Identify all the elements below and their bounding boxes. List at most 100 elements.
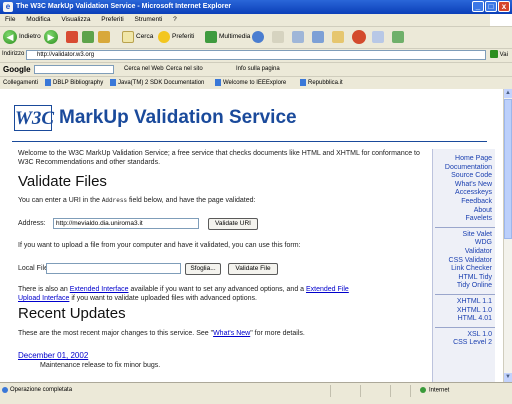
- intro-text: Welcome to the W3C MarkUp Validation Ser…: [18, 150, 420, 166]
- nav-home-page[interactable]: Home Page: [433, 155, 495, 164]
- nav-wdg[interactable]: WDG: [433, 239, 495, 248]
- menu-tools[interactable]: Strumenti: [135, 16, 163, 23]
- uri-input[interactable]: http://mevialdo.dia.uniroma3.it: [53, 218, 199, 229]
- links-bar: Collegamenti DBLP Bibliography Java(TM) …: [0, 76, 512, 90]
- whats-new-link[interactable]: What's New: [213, 330, 250, 337]
- nav-link-checker[interactable]: Link Checker: [433, 265, 495, 274]
- update-description: Maintenance release to fix minor bugs.: [40, 362, 161, 369]
- page-icon: [300, 78, 306, 86]
- windows-logo: [490, 14, 512, 26]
- history-button[interactable]: [252, 29, 264, 44]
- print-icon: [292, 30, 304, 43]
- research-button[interactable]: [372, 29, 384, 44]
- maximize-button[interactable]: □: [485, 1, 497, 12]
- mail-button[interactable]: [272, 29, 284, 44]
- forward-button[interactable]: ▶: [44, 29, 58, 44]
- address-input[interactable]: http://validator.w3.org: [26, 50, 486, 60]
- page-icon: [215, 78, 221, 86]
- nav-site-valet[interactable]: Site Valet: [433, 231, 495, 240]
- banner-divider: [12, 141, 487, 142]
- minimize-button[interactable]: _: [472, 1, 484, 12]
- menu-bar: File Modifica Visualizza Preferiti Strum…: [0, 14, 512, 27]
- nav-css-validator[interactable]: CSS Validator: [433, 257, 495, 266]
- multimedia-button[interactable]: Multimedia: [205, 29, 250, 44]
- vertical-scrollbar[interactable]: ▲ ▼: [503, 89, 512, 382]
- menu-favorites[interactable]: Preferiti: [101, 16, 123, 23]
- browse-button[interactable]: Sfoglia...: [185, 263, 221, 275]
- globe-icon: [420, 387, 426, 393]
- nav-html-401[interactable]: HTML 4.01: [433, 315, 495, 324]
- go-button[interactable]: Vai: [490, 50, 510, 61]
- google-page-info-button[interactable]: Info sulla pagina: [236, 63, 280, 76]
- extended-file-upload-link-1[interactable]: Extended File: [306, 286, 349, 293]
- nav-about[interactable]: About: [433, 207, 495, 216]
- menu-view[interactable]: Visualizza: [61, 16, 90, 23]
- window-title: The W3C MarkUp Validation Service - Micr…: [16, 3, 232, 10]
- nav-xhtml-10[interactable]: XHTML 1.0: [433, 307, 495, 316]
- security-zone: Internet: [420, 387, 449, 394]
- validate-uri-button[interactable]: Validate URI: [208, 218, 258, 230]
- print-button[interactable]: [292, 29, 304, 44]
- link-dblp[interactable]: DBLP Bibliography: [45, 77, 103, 89]
- search-button[interactable]: Cerca: [122, 29, 153, 44]
- nav-whats-new[interactable]: What's New: [433, 181, 495, 190]
- home-icon: [98, 30, 110, 43]
- page-icon: [110, 78, 116, 86]
- address-label: Indirizzo: [2, 51, 25, 57]
- extended-file-upload-link-2[interactable]: Upload Interface: [18, 295, 69, 302]
- local-file-input[interactable]: [46, 263, 181, 274]
- nav-divider: [435, 293, 495, 295]
- menu-edit[interactable]: Modifica: [26, 16, 50, 23]
- close-button[interactable]: x: [498, 1, 510, 12]
- scroll-up-arrow-icon[interactable]: ▲: [504, 89, 512, 98]
- status-divider: [360, 385, 361, 397]
- page-banner: W3C MarkUp Validation Service: [14, 105, 434, 133]
- refresh-icon: [82, 30, 94, 43]
- forward-arrow-icon: ▶: [44, 29, 58, 44]
- nav-css-level-2[interactable]: CSS Level 2: [433, 339, 495, 348]
- mail-icon: [272, 30, 284, 43]
- nav-validator[interactable]: Validator: [433, 248, 495, 257]
- link-ieeexplore[interactable]: Welcome to IEEExplore: [215, 77, 286, 89]
- validate-files-heading: Validate Files: [18, 173, 107, 190]
- refresh-button[interactable]: [82, 29, 94, 44]
- google-search-site-button[interactable]: Cerca nel sito: [166, 63, 203, 76]
- update-date-link[interactable]: December 01, 2002: [18, 351, 88, 360]
- messenger-button[interactable]: [352, 29, 366, 44]
- menu-file[interactable]: File: [5, 16, 15, 23]
- toolbar: ◀ Indietro ▶ Cerca Preferiti Multimedia: [0, 27, 512, 47]
- nav-favelets[interactable]: Favelets: [433, 215, 495, 224]
- discuss-button[interactable]: [332, 29, 344, 44]
- nav-xsl-10[interactable]: XSL 1.0: [433, 331, 495, 340]
- edit-button[interactable]: [312, 29, 324, 44]
- nav-accesskeys[interactable]: Accesskeys: [433, 189, 495, 198]
- scrollbar-thumb[interactable]: [504, 99, 512, 239]
- google-logo[interactable]: Google: [3, 63, 31, 76]
- w3c-logo[interactable]: W3C: [14, 105, 54, 131]
- back-button[interactable]: ◀ Indietro: [3, 29, 41, 44]
- extra-button[interactable]: [392, 29, 404, 44]
- google-search-web-button[interactable]: Cerca nel Web: [124, 63, 164, 76]
- nav-xhtml-11[interactable]: XHTML 1.1: [433, 298, 495, 307]
- link-java-docs[interactable]: Java(TM) 2 SDK Documentation: [110, 77, 204, 89]
- nav-feedback[interactable]: Feedback: [433, 198, 495, 207]
- nav-html-tidy[interactable]: HTML Tidy: [433, 274, 495, 283]
- extended-interface-link[interactable]: Extended Interface: [70, 286, 129, 293]
- home-button[interactable]: [98, 29, 110, 44]
- nav-documentation[interactable]: Documentation: [433, 164, 495, 173]
- validate-file-button[interactable]: Validate File: [228, 263, 278, 275]
- google-search-input[interactable]: [34, 65, 114, 74]
- nav-divider: [435, 326, 495, 328]
- nav-tidy-online[interactable]: Tidy Online: [433, 282, 495, 291]
- status-divider: [390, 385, 391, 397]
- scroll-down-arrow-icon[interactable]: ▼: [504, 373, 512, 382]
- link-repubblica[interactable]: Repubblica.it: [300, 77, 343, 89]
- stop-icon: [66, 30, 78, 43]
- status-text: Operazione completata: [10, 387, 73, 393]
- status-bar: Operazione completata Internet: [0, 382, 512, 404]
- stop-button[interactable]: [66, 29, 78, 44]
- menu-help[interactable]: ?: [173, 16, 177, 23]
- favorites-button[interactable]: Preferiti: [158, 29, 194, 44]
- go-arrow-icon: [490, 50, 498, 59]
- nav-source-code[interactable]: Source Code: [433, 172, 495, 181]
